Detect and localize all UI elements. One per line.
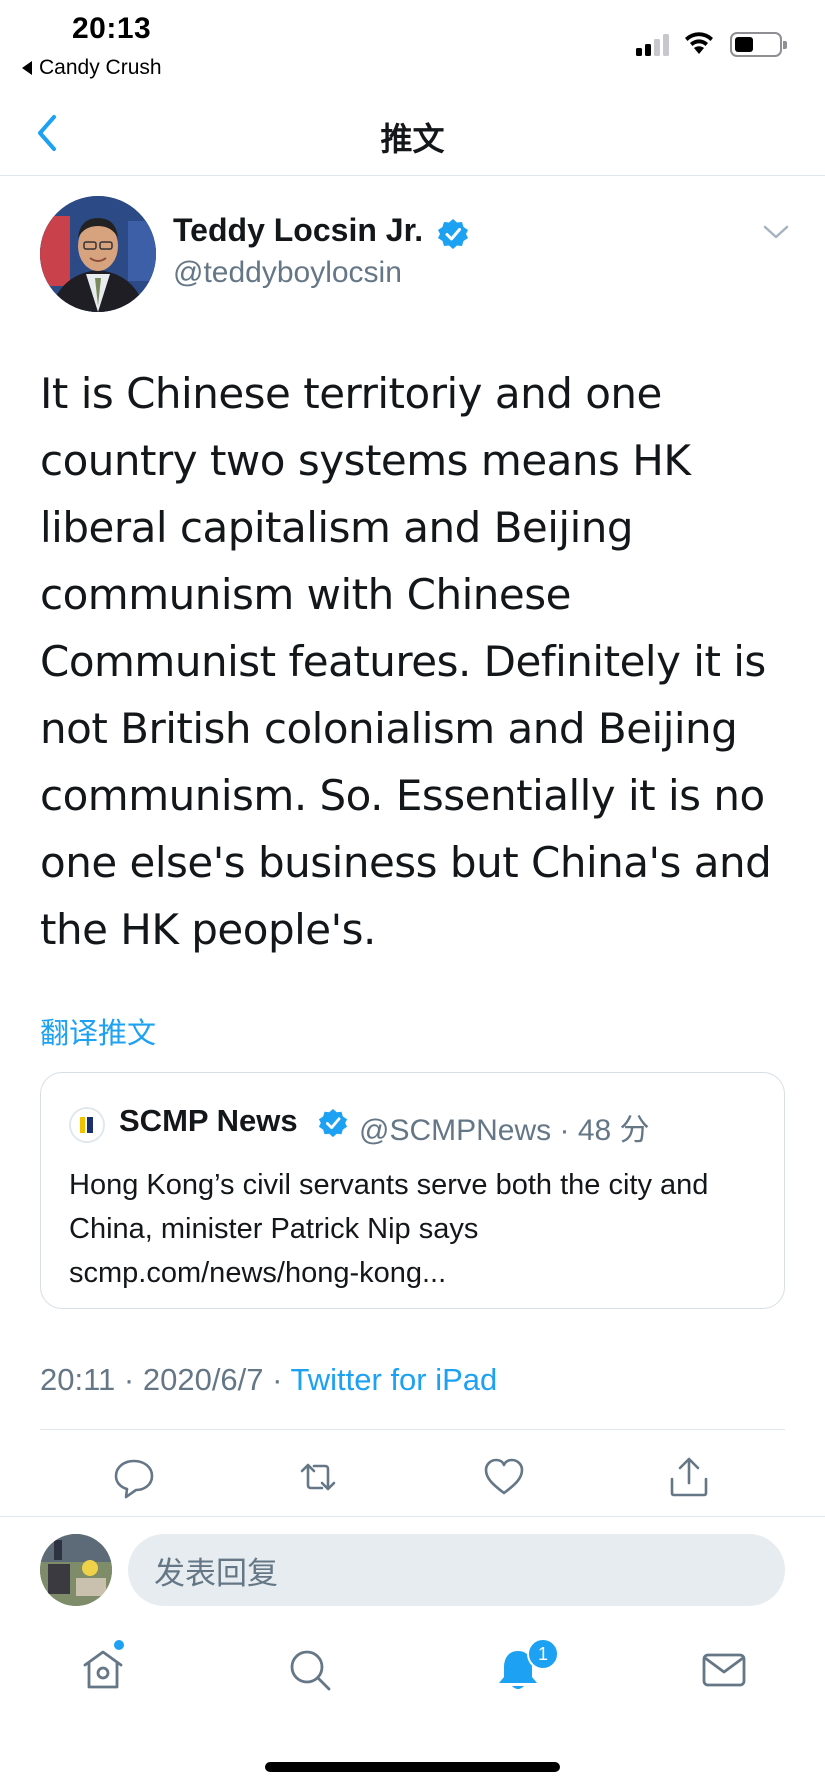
tweet-meta: 20:11 · 2020/6/7 · Twitter for iPad: [40, 1362, 497, 1398]
back-to-app-link[interactable]: Candy Crush: [22, 56, 162, 80]
search-icon[interactable]: [285, 1645, 335, 1695]
user-avatar[interactable]: [40, 1534, 112, 1606]
reply-input[interactable]: 发表回复: [128, 1534, 785, 1606]
reply-icon[interactable]: [112, 1455, 156, 1499]
share-icon[interactable]: [667, 1455, 711, 1499]
nav-header: 推文: [0, 92, 825, 176]
meta-separator: ·: [123, 1362, 135, 1397]
quote-avatar: [69, 1107, 105, 1143]
user-avatar-photo: [40, 1534, 112, 1606]
page-title: 推文: [380, 121, 445, 157]
author-name[interactable]: Teddy Locsin Jr.: [173, 212, 423, 249]
author-handle[interactable]: @teddyboylocsin: [173, 256, 402, 290]
meta-separator: ·: [272, 1362, 283, 1397]
quoted-tweet-card[interactable]: SCMP News @SCMPNews · 48 分 Hong Kong’s c…: [40, 1072, 785, 1309]
tweet-date: 2020/6/7: [142, 1362, 264, 1397]
divider: [0, 1516, 825, 1517]
translate-tweet-link[interactable]: 翻译推文: [40, 1010, 156, 1052]
quote-author-name: SCMP News: [119, 1103, 298, 1138]
quote-separator: ·: [559, 1114, 570, 1147]
chevron-down-icon[interactable]: [762, 222, 790, 242]
author-photo: [40, 196, 156, 312]
home-indicator[interactable]: [265, 1762, 560, 1772]
scmp-logo-icon: [71, 1109, 103, 1141]
tweet-text: It is Chinese territoriy and one country…: [40, 369, 772, 954]
messages-icon[interactable]: [699, 1645, 749, 1695]
quote-meta: @SCMPNews · 48 分: [359, 1105, 650, 1149]
author-avatar[interactable]: [40, 196, 156, 312]
home-icon[interactable]: [78, 1645, 128, 1695]
tweet-source-link[interactable]: Twitter for iPad: [291, 1362, 498, 1397]
quote-handle: @SCMPNews: [359, 1114, 552, 1147]
quote-text: Hong Kong’s civil servants serve both th…: [69, 1169, 709, 1289]
verified-badge-icon: [318, 1108, 348, 1138]
notifications-badge: 1: [527, 1638, 559, 1670]
cellular-signal-icon: [636, 34, 672, 56]
divider: [40, 1429, 785, 1430]
back-app-label: Candy Crush: [39, 56, 162, 79]
quote-age: 48 分: [577, 1114, 650, 1147]
verified-badge-icon: [438, 219, 468, 249]
battery-icon: [730, 32, 787, 57]
wifi-icon: [685, 32, 713, 54]
tweet-time: 20:11: [40, 1362, 116, 1397]
retweet-icon[interactable]: [296, 1455, 340, 1499]
like-icon[interactable]: [482, 1455, 526, 1499]
back-triangle-icon: [22, 61, 32, 75]
status-bar: 20:13 Candy Crush: [0, 0, 825, 92]
status-time: 20:13: [72, 12, 152, 45]
